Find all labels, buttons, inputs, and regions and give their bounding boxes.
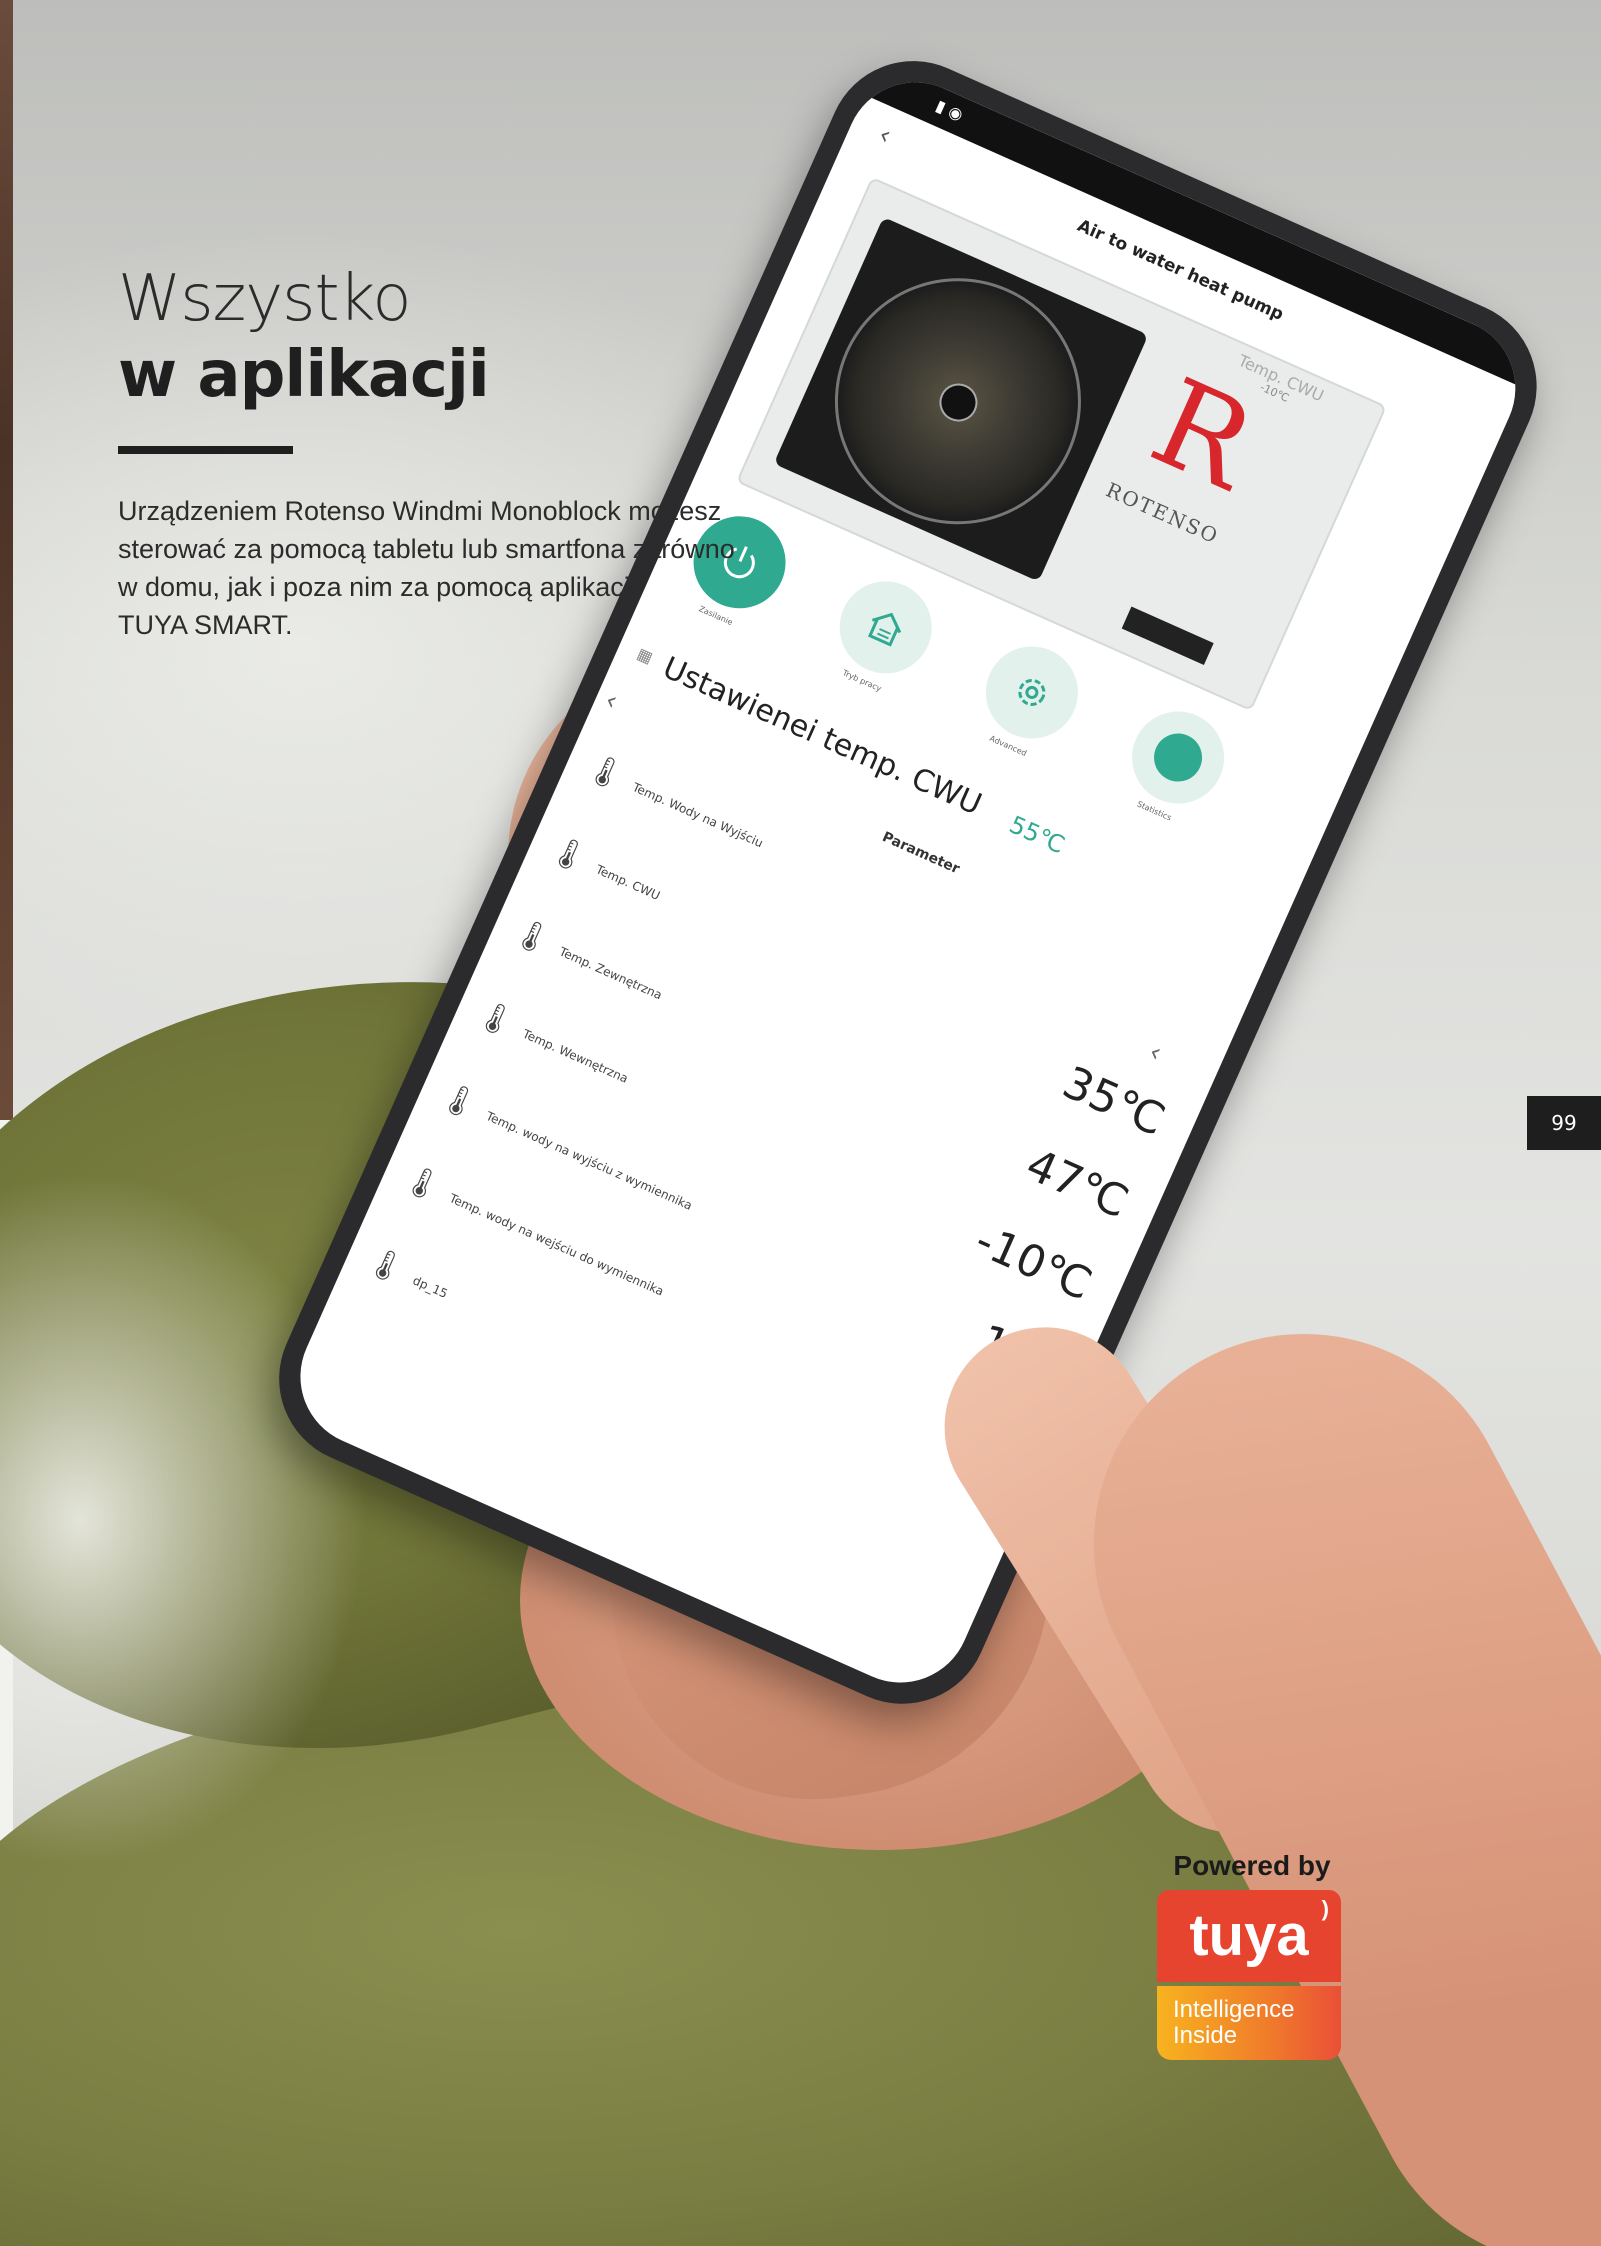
- thermometer-icon: 🌡: [581, 748, 631, 797]
- parameter-value: 35℃: [1055, 1056, 1173, 1147]
- background-photo: ▮ ◉ ‹ Air to water heat pump R ROTENSO T…: [0, 0, 1601, 2246]
- headline-light: Wszystko: [118, 262, 411, 336]
- gear-icon: [1018, 678, 1046, 706]
- tagline-line-1: Intelligence: [1173, 1996, 1295, 2023]
- tuya-logo: tuya ): [1157, 1890, 1341, 1982]
- powered-by-text: Powered by: [1173, 1850, 1331, 1881]
- thermometer-icon: 🌡: [361, 1242, 411, 1290]
- body-line: w domu, jak i poza nim za pomocą aplikac…: [118, 572, 636, 602]
- headline-bold: w aplikacji: [118, 338, 490, 412]
- intelligence-inside-label: Intelligence Inside: [1157, 1986, 1341, 2060]
- statistics-icon: [1146, 725, 1210, 790]
- body-line: sterować za pomocą tabletu lub smartfona…: [118, 534, 735, 564]
- wifi-icon: ): [1321, 1896, 1329, 1921]
- fan-housing: [773, 216, 1149, 582]
- thermometer-icon: 🌡: [471, 995, 521, 1043]
- house-mode-icon: [867, 612, 902, 647]
- statistics-button[interactable]: Statistics: [1117, 696, 1239, 823]
- tuya-badge: Powered by tuya ) Intelligence Inside: [1157, 1850, 1347, 2060]
- thermometer-icon: 🌡: [434, 1077, 484, 1126]
- headline-rule: [118, 446, 293, 454]
- body-line: TUYA SMART.: [118, 610, 293, 640]
- tuya-wordmark: tuya: [1189, 1903, 1309, 1968]
- calendar-icon: ▦: [634, 643, 656, 668]
- statistics-button-label: Statistics: [1135, 799, 1173, 823]
- left-edge-strip: [0, 0, 13, 1120]
- parameter-value: -10℃: [967, 1214, 1100, 1311]
- tagline-line-2: Inside: [1173, 2022, 1238, 2049]
- page-number: 99: [1527, 1096, 1601, 1150]
- mode-button[interactable]: Tryb pracy: [824, 566, 947, 693]
- unit-label-plate: [1121, 606, 1214, 666]
- thermometer-icon: 🌡: [544, 830, 594, 879]
- parameter-name: Temp. Wody na Wyjściu: [630, 780, 766, 851]
- parameter-name: Temp. CWU: [593, 862, 663, 903]
- body-line: Urządzeniem Rotenso Windmi Monoblock moż…: [118, 496, 722, 526]
- thermometer-icon: 🌡: [397, 1159, 448, 1208]
- parameter-value: 47℃: [1018, 1139, 1136, 1229]
- advanced-button[interactable]: Advanced: [971, 631, 1093, 758]
- dhw-setpoint-value: 55℃: [1005, 810, 1070, 860]
- mode-button-label: Tryb pracy: [841, 668, 883, 694]
- thermometer-icon: 🌡: [507, 913, 557, 961]
- parameter-name: Temp. Zewnętrzna: [557, 944, 665, 1003]
- parameter-name: Temp. Wewnętrzna: [520, 1026, 631, 1086]
- status-icons: ▮ ◉: [932, 95, 967, 125]
- advanced-button-label: Advanced: [988, 733, 1028, 759]
- body-paragraph: Urządzeniem Rotenso Windmi Monoblock moż…: [118, 492, 808, 644]
- parameter-name: dp_15: [410, 1273, 450, 1301]
